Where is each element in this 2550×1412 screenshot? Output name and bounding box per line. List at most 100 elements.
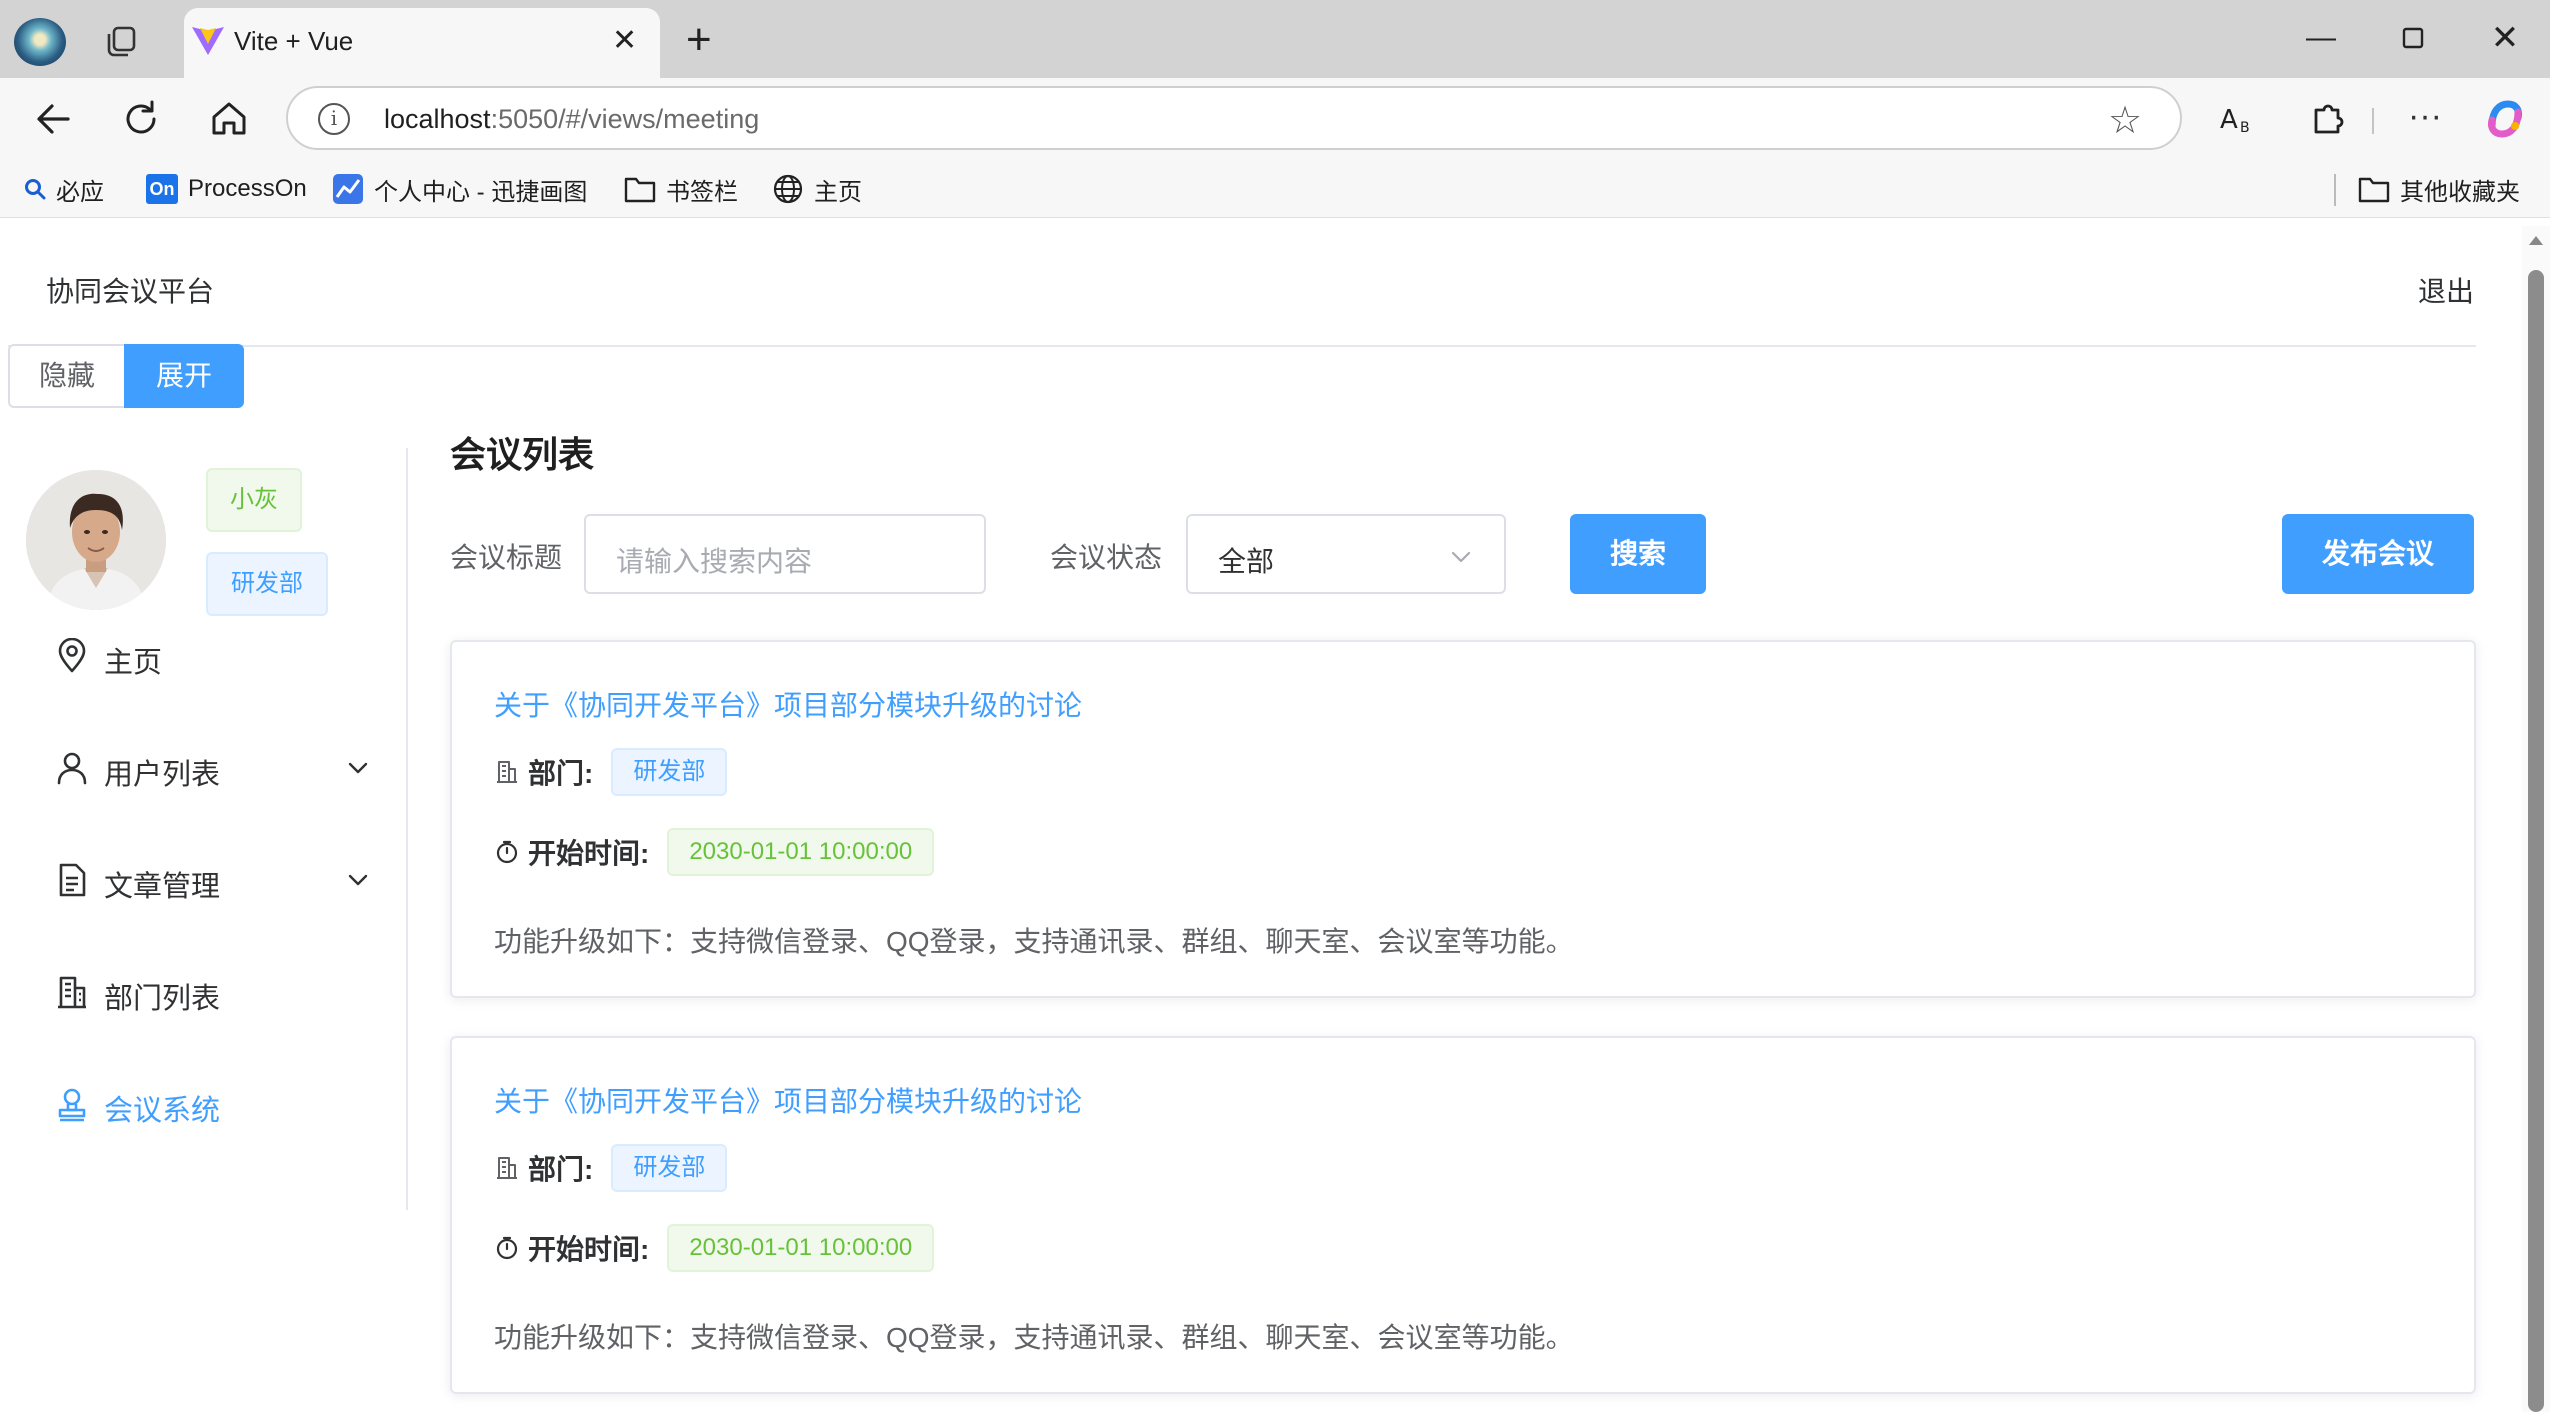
department-tag: 研发部 bbox=[611, 748, 728, 796]
bookmark-label: ProcessOn bbox=[188, 175, 307, 202]
bookmark-label: 其他收藏夹 bbox=[2400, 178, 2520, 206]
folder-icon bbox=[624, 177, 656, 203]
page-scrollbar[interactable] bbox=[2522, 226, 2550, 1412]
bookmark-other-favorites[interactable]: 其他收藏夹 bbox=[2358, 172, 2520, 206]
app-page: 协同会议平台 退出 隐藏 展开 小灰 研发部 主页 用户列表 文章管理 部门列表… bbox=[8, 226, 2522, 1412]
chevron-down-icon bbox=[346, 868, 370, 892]
read-aloud-icon[interactable]: AB bbox=[2214, 96, 2260, 142]
meeting-time-row: 开始时间: 2030-01-01 10:00:00 bbox=[494, 828, 935, 876]
meeting-time-row: 开始时间: 2030-01-01 10:00:00 bbox=[494, 1224, 935, 1272]
extensions-icon[interactable] bbox=[2304, 96, 2350, 142]
bookmark-home[interactable]: 主页 bbox=[772, 172, 862, 206]
sidebar-item-label: 文章管理 bbox=[104, 871, 221, 903]
meeting-title-search-input[interactable]: 请输入搜索内容 bbox=[584, 514, 986, 594]
meeting-status-label: 会议状态 bbox=[1050, 542, 1163, 573]
office-building-icon bbox=[494, 1155, 520, 1181]
header-divider bbox=[8, 345, 2476, 347]
app-title: 协同会议平台 bbox=[46, 276, 215, 307]
collapse-sidebar-button[interactable]: 隐藏 bbox=[8, 344, 126, 408]
home-icon[interactable] bbox=[206, 96, 252, 142]
sidebar-item-meeting-system[interactable]: 会议系统 bbox=[8, 1062, 406, 1146]
vite-favicon-icon bbox=[190, 22, 226, 63]
meeting-card: 关于《协同开发平台》项目部分模块升级的讨论 部门: 研发部 开始时间: 2030… bbox=[450, 640, 2476, 998]
meeting-status-select[interactable]: 全部 bbox=[1186, 514, 1506, 594]
logout-link[interactable]: 退出 bbox=[2418, 270, 2474, 310]
bookmark-processon[interactable]: On ProcessOn bbox=[146, 172, 307, 206]
sidebar-divider bbox=[406, 448, 408, 1210]
back-arrow-icon[interactable] bbox=[30, 96, 76, 142]
expand-sidebar-button[interactable]: 展开 bbox=[124, 344, 244, 408]
publish-meeting-button[interactable]: 发布会议 bbox=[2282, 514, 2474, 594]
office-building-icon bbox=[54, 974, 90, 1010]
scrollbar-thumb[interactable] bbox=[2528, 270, 2544, 1412]
sidebar-item-label: 用户列表 bbox=[104, 759, 221, 791]
meeting-title-label: 会议标题 bbox=[450, 542, 563, 573]
bookmark-label: 必应 bbox=[56, 178, 104, 206]
processon-icon: On bbox=[146, 174, 178, 204]
tab-actions-icon[interactable] bbox=[100, 22, 144, 62]
browser-toolbar: i localhost:5050/#/views/meeting ☆ AB ··… bbox=[0, 78, 2550, 160]
start-time-label: 开始时间: bbox=[528, 1234, 650, 1265]
meeting-title-link[interactable]: 关于《协同开发平台》项目部分模块升级的讨论 bbox=[494, 1080, 1082, 1120]
chevron-down-icon bbox=[346, 756, 370, 780]
timer-icon bbox=[494, 1235, 520, 1261]
meeting-description: 功能升级如下：支持微信登录、QQ登录，支持通讯录、群组、聊天室、会议室等功能。 bbox=[494, 1322, 1574, 1353]
timer-icon bbox=[494, 839, 520, 865]
meeting-title-link[interactable]: 关于《协同开发平台》项目部分模块升级的讨论 bbox=[494, 684, 1082, 724]
department-label: 部门: bbox=[528, 758, 594, 789]
start-time-tag: 2030-01-01 10:00:00 bbox=[667, 828, 935, 876]
bookmark-label: 主页 bbox=[814, 178, 862, 206]
department-tag: 研发部 bbox=[611, 1144, 728, 1192]
document-icon bbox=[54, 862, 90, 898]
meeting-card: 关于《协同开发平台》项目部分模块升级的讨论 部门: 研发部 开始时间: 2030… bbox=[450, 1036, 2476, 1394]
user-icon bbox=[54, 750, 90, 786]
globe-icon bbox=[773, 174, 803, 204]
sidebar-item-user-list[interactable]: 用户列表 bbox=[8, 726, 406, 810]
site-info-icon[interactable]: i bbox=[318, 103, 350, 135]
user-name-tag: 小灰 bbox=[206, 468, 302, 532]
toolbar-divider bbox=[2372, 108, 2374, 134]
bookmark-label: 个人中心 - 迅捷画图 bbox=[374, 178, 588, 206]
sidebar-item-label: 会议系统 bbox=[104, 1095, 221, 1127]
bookmark-label: 书签栏 bbox=[666, 178, 738, 206]
sidebar-item-label: 部门列表 bbox=[104, 983, 221, 1015]
meeting-department-row: 部门: 研发部 bbox=[494, 1144, 728, 1192]
start-time-label: 开始时间: bbox=[528, 838, 650, 869]
svg-text:A: A bbox=[2220, 105, 2238, 135]
svg-text:B: B bbox=[2240, 120, 2250, 136]
more-options-icon[interactable]: ··· bbox=[2402, 96, 2448, 142]
tab-active[interactable]: Vite + Vue ✕ bbox=[184, 8, 660, 78]
bookmark-bing[interactable]: 必应 bbox=[24, 172, 104, 206]
selected-status: 全部 bbox=[1218, 546, 1275, 577]
bookmarks-bar: 必应 On ProcessOn 个人中心 - 迅捷画图 书签栏 主页 其他收藏夹 bbox=[0, 160, 2550, 218]
bookmark-xunjie[interactable]: 个人中心 - 迅捷画图 bbox=[332, 172, 587, 206]
tab-close-icon[interactable]: ✕ bbox=[612, 26, 637, 56]
browser-tab-bar: Vite + Vue ✕ + — ✕ bbox=[0, 0, 2550, 78]
user-department-tag: 研发部 bbox=[206, 552, 328, 616]
sidebar-item-home[interactable]: 主页 bbox=[8, 614, 406, 698]
sidebar-item-article-management[interactable]: 文章管理 bbox=[8, 838, 406, 922]
start-time-tag: 2030-01-01 10:00:00 bbox=[667, 1224, 935, 1272]
profile-avatar-icon[interactable] bbox=[14, 18, 66, 66]
bookmarks-divider bbox=[2334, 174, 2336, 206]
bookmark-folder-bar[interactable]: 书签栏 bbox=[624, 172, 738, 206]
address-bar[interactable]: i localhost:5050/#/views/meeting ☆ bbox=[286, 86, 2182, 150]
minimize-icon[interactable]: — bbox=[2286, 14, 2356, 62]
maximize-icon[interactable] bbox=[2378, 14, 2448, 62]
user-avatar bbox=[26, 470, 166, 610]
favorite-star-icon[interactable]: ☆ bbox=[2108, 98, 2142, 143]
location-icon bbox=[54, 637, 90, 674]
window-close-icon[interactable]: ✕ bbox=[2470, 14, 2540, 62]
search-icon bbox=[25, 179, 46, 200]
search-button[interactable]: 搜索 bbox=[1570, 514, 1706, 594]
new-tab-icon[interactable]: + bbox=[686, 18, 712, 62]
refresh-icon[interactable] bbox=[118, 96, 164, 142]
office-building-icon bbox=[494, 759, 520, 785]
tab-title: Vite + Vue bbox=[234, 26, 354, 56]
meeting-department-row: 部门: 研发部 bbox=[494, 748, 728, 796]
search-input-placeholder: 请输入搜索内容 bbox=[616, 546, 813, 577]
chevron-down-icon bbox=[1448, 544, 1474, 570]
sidebar-item-department-list[interactable]: 部门列表 bbox=[8, 950, 406, 1034]
copilot-icon[interactable] bbox=[2482, 96, 2528, 142]
scroll-up-arrow-icon[interactable] bbox=[2529, 236, 2543, 245]
